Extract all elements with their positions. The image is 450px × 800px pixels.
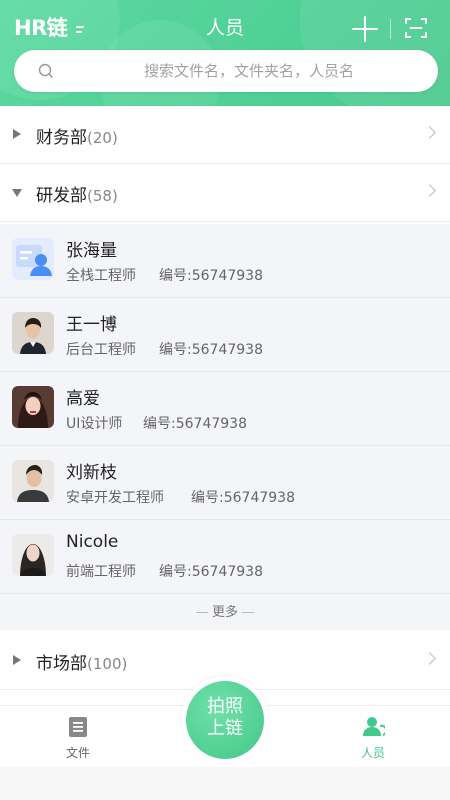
more-button[interactable]: 更多 <box>0 596 450 630</box>
app-header: HR链 人员 <box>0 0 450 106</box>
scan-icon[interactable] <box>404 16 428 40</box>
header-divider <box>390 19 391 39</box>
dept-name: 研发部(58) <box>36 186 118 206</box>
member-id: 编号:56747938 <box>159 342 263 358</box>
member-id: 编号:56747938 <box>159 268 263 284</box>
plus-icon[interactable] <box>352 16 378 42</box>
dept-row-finance[interactable]: 财务部(20) <box>0 106 450 164</box>
dept-name: 财务部(20) <box>36 128 118 148</box>
person-icon <box>363 717 385 736</box>
photo-chain-button[interactable]: 拍照 上链 <box>186 681 264 759</box>
member-name: 高爱 <box>66 389 100 409</box>
member-role: UI设计师 <box>66 416 123 432</box>
fab-line-2: 上链 <box>207 718 243 739</box>
avatar <box>12 460 54 502</box>
tab-people[interactable]: 人员 <box>313 706 433 768</box>
search-icon <box>38 63 54 79</box>
more-label: 更多 <box>211 605 238 620</box>
member-id: 编号:56747938 <box>159 564 263 580</box>
more-divider-right <box>242 612 254 613</box>
tab-files-label: 文件 <box>65 746 90 760</box>
page-title: 人员 <box>205 17 244 39</box>
avatar <box>12 386 54 428</box>
member-row[interactable]: 张海量 全栈工程师 编号:56747938 <box>0 224 450 298</box>
chevron-right-icon <box>423 126 436 139</box>
more-divider-left <box>195 612 208 613</box>
member-row[interactable]: 王一博 后台工程师 编号:56747938 <box>0 298 450 372</box>
search-bar[interactable] <box>14 50 438 92</box>
tab-people-label: 人员 <box>360 746 385 760</box>
member-name: Nicole <box>66 532 119 552</box>
caret-right-icon <box>13 655 21 665</box>
avatar <box>12 312 54 354</box>
member-row[interactable]: Nicole 前端工程师 编号:56747938 <box>0 520 450 594</box>
member-name: 刘新枝 <box>66 463 117 483</box>
member-list: 张海量 全栈工程师 编号:56747938 王一博 后台工程师 编号:56747… <box>0 224 450 630</box>
search-input[interactable] <box>74 50 424 92</box>
member-row[interactable]: 高爱 UI设计师 编号:56747938 <box>0 372 450 446</box>
caret-right-icon <box>13 129 21 139</box>
member-role: 前端工程师 <box>66 564 136 580</box>
fab-line-1: 拍照 <box>207 696 243 717</box>
member-row[interactable]: 刘新枝 安卓开发工程师 编号:56747938 <box>0 446 450 520</box>
chevron-right-icon <box>423 184 436 197</box>
caret-down-icon <box>12 189 22 197</box>
avatar <box>12 534 54 576</box>
member-role: 全栈工程师 <box>66 268 136 284</box>
member-id: 编号:56747938 <box>191 490 295 506</box>
tab-files[interactable]: 文件 <box>18 706 138 768</box>
member-role: 后台工程师 <box>66 342 136 358</box>
bottom-safe-area <box>0 767 450 800</box>
member-id: 编号:56747938 <box>143 416 247 432</box>
member-name: 王一博 <box>66 315 117 335</box>
dept-name: 市场部(100) <box>36 654 128 674</box>
chevron-right-icon <box>423 652 436 665</box>
document-icon <box>69 717 87 737</box>
default-avatar-icon <box>12 238 54 280</box>
dept-row-rnd[interactable]: 研发部(58) <box>0 164 450 222</box>
member-role: 安卓开发工程师 <box>66 490 164 506</box>
member-name: 张海量 <box>66 241 117 261</box>
